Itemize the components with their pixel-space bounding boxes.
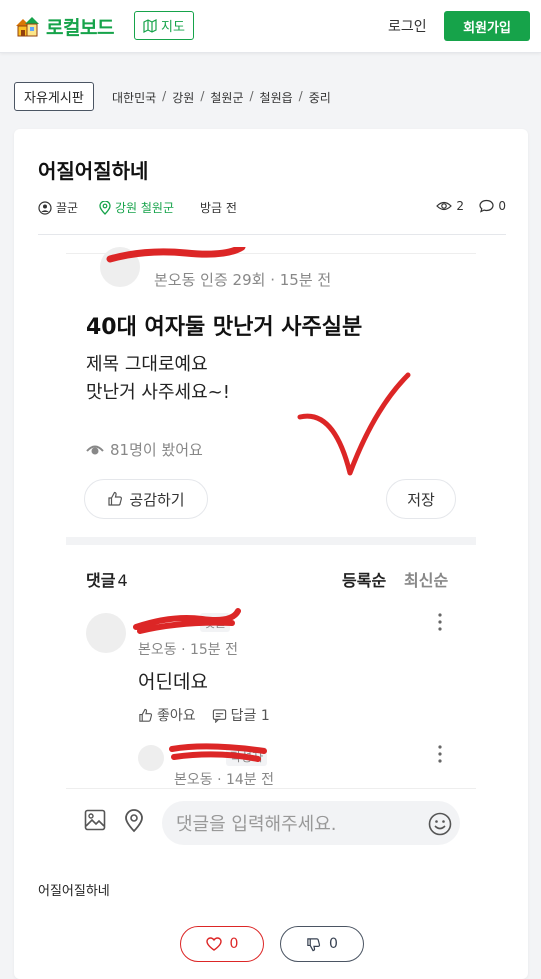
post-region[interactable]: 강원 철원군 <box>99 199 174 216</box>
comments-count: 0 <box>498 199 506 213</box>
author-name: 끌군 <box>56 201 79 215</box>
region-name: 강원 철원군 <box>115 201 175 215</box>
shot-title: 40대 여자둘 맛난거 사주실분 <box>86 315 363 340</box>
image-icon <box>84 809 106 831</box>
map-button[interactable]: 지도 <box>134 11 194 40</box>
shot-comment-input: 댓글을 입력해주세요. <box>162 801 460 845</box>
shot-input-divider <box>66 788 476 789</box>
shot-body-line: 제목 그대로예요 <box>86 354 208 375</box>
red-scribble-mark <box>133 608 241 634</box>
red-scribble-mark <box>106 247 246 263</box>
views-count: 2 <box>456 199 464 213</box>
logo-text: 로컬보드 <box>46 16 114 39</box>
avatar <box>138 745 164 771</box>
breadcrumb-item[interactable]: 중리 <box>309 89 331 106</box>
more-vertical-icon <box>438 613 442 631</box>
shot-views: 81명이 봤어요 <box>86 439 203 460</box>
location-pin-icon <box>99 200 111 215</box>
empathy-label: 공감하기 <box>129 490 185 509</box>
map-icon <box>143 18 157 33</box>
breadcrumb-separator: / <box>162 89 167 103</box>
red-scribble-mark <box>169 743 267 762</box>
meta-divider <box>38 234 506 235</box>
avatar <box>86 613 126 653</box>
comment-like-label: 좋아요 <box>157 708 196 724</box>
heart-icon <box>205 937 222 951</box>
reply-sub: 본오동 · 14분 전 <box>174 772 275 788</box>
comment-actions: 좋아요 답글 1 <box>138 705 270 725</box>
sort-registered: 등록순 <box>342 571 387 590</box>
shot-comment-input-row: 댓글을 입력해주세요. <box>66 797 476 849</box>
comment-like: 좋아요 <box>138 705 196 725</box>
post-meta: 끌군 강원 철원군 방금 전 2 0 <box>38 199 506 217</box>
post-body: 어질어질하네 <box>38 884 110 899</box>
breadcrumb-item[interactable]: 철원읍 <box>260 89 293 106</box>
comments-header: 댓글 4 <box>86 567 128 591</box>
breadcrumb-separator: / <box>298 89 303 103</box>
login-link[interactable]: 로그인 <box>388 16 427 36</box>
breadcrumb-separator: / <box>200 89 205 103</box>
like-button[interactable]: 0 <box>180 926 264 962</box>
comments-count: 4 <box>117 571 128 590</box>
breadcrumb-item[interactable]: 강원 <box>172 89 194 106</box>
site-logo[interactable]: 로컬보드 <box>14 12 114 40</box>
breadcrumb: 대한민국 / 강원 / 철원군 / 철원읍 / 중리 <box>112 89 331 106</box>
eye-icon <box>86 445 104 454</box>
comment-text: 어딘데요 <box>138 671 208 693</box>
more-vertical-icon <box>438 745 442 763</box>
signup-button[interactable]: 회원가입 <box>444 11 530 41</box>
dislike-button[interactable]: 0 <box>280 926 364 962</box>
post-card: 어질어질하네 끌군 강원 철원군 방금 전 2 0 본오동 인증 29회 · 1… <box>14 129 528 979</box>
house-logo-icon <box>16 17 39 37</box>
post-title: 어질어질하네 <box>38 159 149 183</box>
emoji-icon <box>428 812 452 836</box>
post-views: 2 <box>436 199 464 213</box>
shot-views-text: 81명이 봤어요 <box>110 441 203 459</box>
shot-source-line: 본오동 인증 29회 · 15분 전 <box>154 271 332 289</box>
embedded-screenshot: 본오동 인증 29회 · 15분 전 40대 여자둘 맛난거 사주실분 제목 그… <box>66 247 476 797</box>
breadcrumb-item[interactable]: 철원군 <box>210 89 243 106</box>
sort-latest: 최신순 <box>404 571 449 590</box>
user-icon <box>38 200 52 215</box>
comment-reply: 답글 1 <box>212 705 270 725</box>
reply-icon <box>212 708 226 723</box>
breadcrumb-separator: / <box>249 89 254 103</box>
breadcrumb-item[interactable]: 대한민국 <box>112 89 156 106</box>
red-checkmark-mark <box>297 372 411 476</box>
top-header: 로컬보드 지도 로그인 회원가입 <box>0 0 541 53</box>
post-author[interactable]: 끌군 <box>38 199 78 216</box>
shot-section-separator <box>66 537 476 545</box>
save-button: 저장 <box>386 479 456 519</box>
comment-icon <box>479 199 494 213</box>
comment-sub: 본오동 · 15분 전 <box>138 642 239 658</box>
comment-reply-label: 답글 1 <box>230 708 270 724</box>
shot-body: 제목 그대로예요 맛난거 사주세요~! <box>86 351 230 407</box>
eye-icon <box>436 201 453 211</box>
comments-label: 댓글 <box>86 571 116 590</box>
dislike-count: 0 <box>329 936 338 952</box>
thumbs-up-icon <box>139 708 153 722</box>
empathy-button: 공감하기 <box>84 479 208 519</box>
post-comments: 0 <box>479 199 506 213</box>
thumbs-down-icon <box>307 937 321 951</box>
like-count: 0 <box>229 936 239 952</box>
board-tag[interactable]: 자유게시판 <box>14 82 94 111</box>
map-button-label: 지도 <box>161 20 185 35</box>
location-pin-icon <box>125 809 143 833</box>
shot-body-line: 맛난거 사주세요~! <box>86 382 230 403</box>
thumbs-up-icon <box>108 491 123 506</box>
post-time: 방금 전 <box>200 201 237 215</box>
